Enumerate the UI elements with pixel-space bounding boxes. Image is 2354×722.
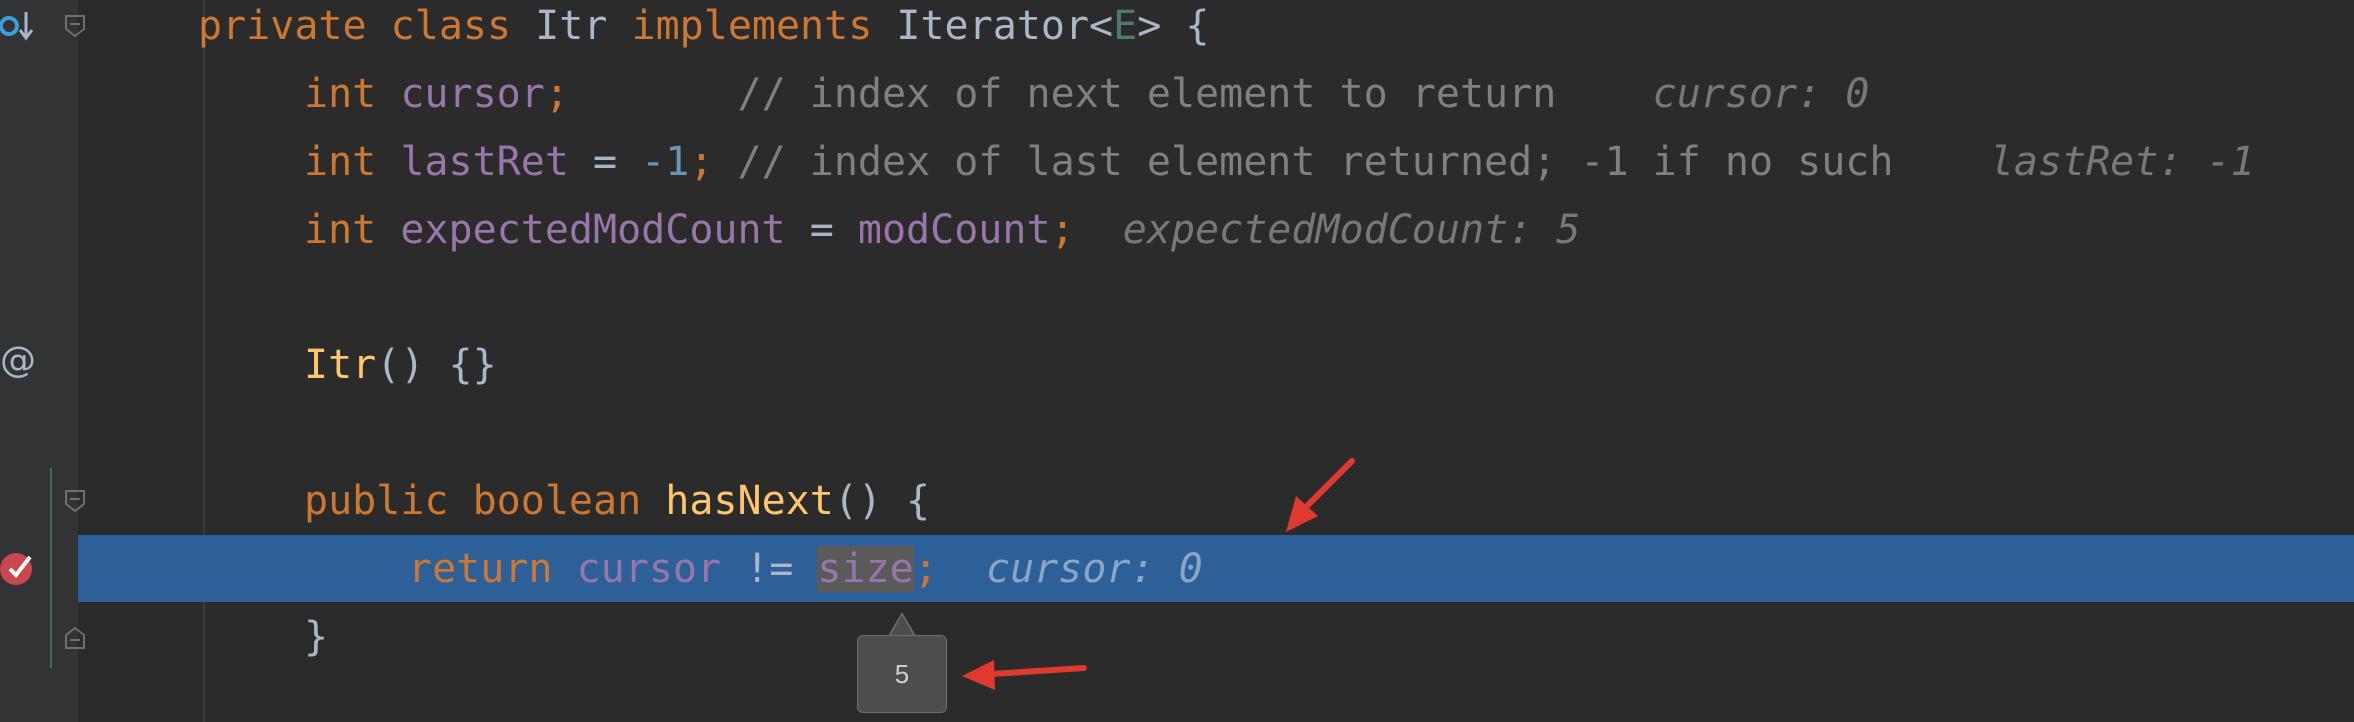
annotation-arrows [962, 458, 1355, 690]
arrow-icon [962, 660, 1087, 690]
arrow-icon [1286, 458, 1355, 532]
